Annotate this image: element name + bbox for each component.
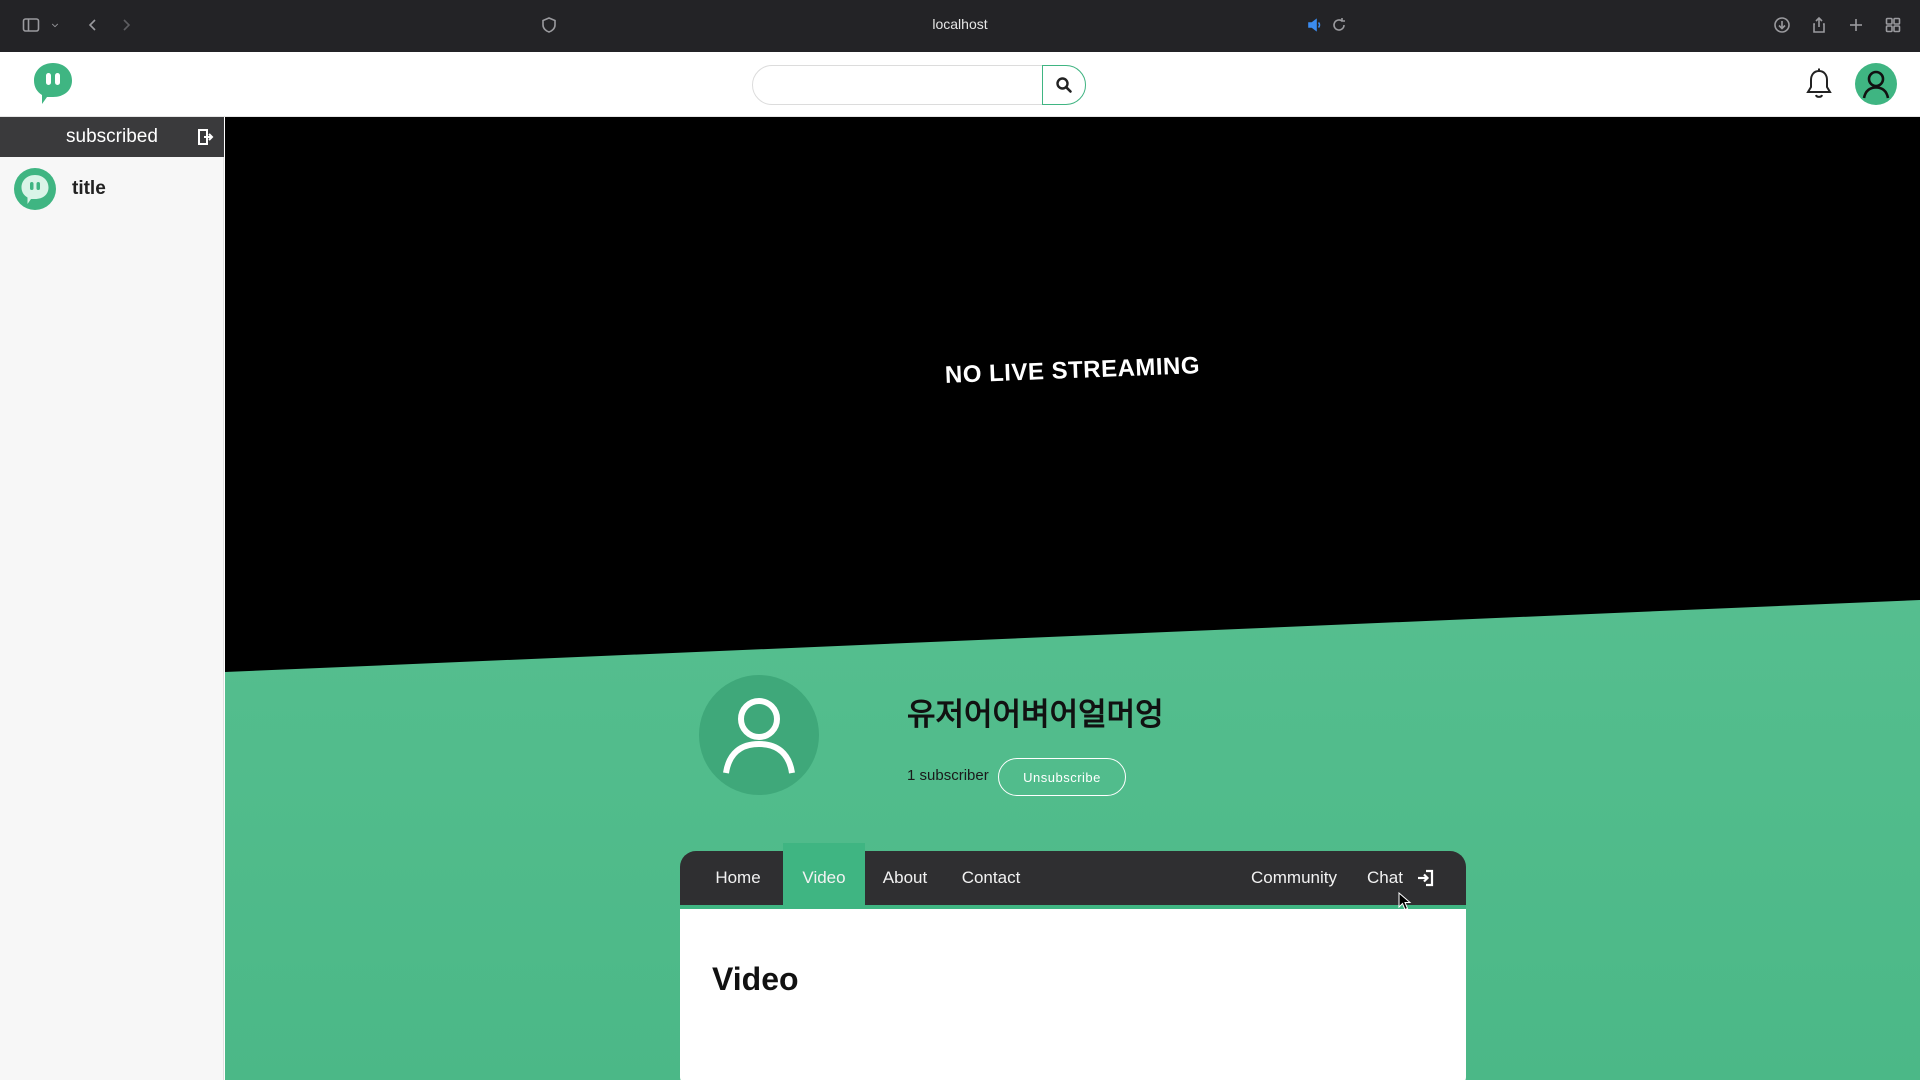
back-icon[interactable] xyxy=(82,14,104,36)
tab-video[interactable]: Video xyxy=(783,843,865,913)
share-icon[interactable] xyxy=(1808,14,1830,36)
bell-icon[interactable] xyxy=(1804,67,1834,101)
unsubscribe-button[interactable]: Unsubscribe xyxy=(998,758,1126,796)
chevron-down-icon[interactable] xyxy=(48,14,62,36)
tab-community[interactable]: Community xyxy=(1241,851,1347,905)
app-header xyxy=(0,52,1920,117)
user-icon xyxy=(723,698,795,774)
browser-toolbar: localhost xyxy=(0,0,1920,52)
main-content: NO LIVE STREAMING 유저어어벼어얼머엉 1 subscriber… xyxy=(225,117,1920,1080)
tab-overview-icon[interactable] xyxy=(1882,14,1904,36)
sidebar-header: subscribed xyxy=(0,117,224,157)
tab-home[interactable]: Home xyxy=(700,851,776,905)
reload-icon[interactable] xyxy=(1328,14,1350,36)
sidebar-title: subscribed xyxy=(66,126,158,147)
shield-icon[interactable] xyxy=(538,14,560,36)
video-player[interactable]: NO LIVE STREAMING xyxy=(225,117,1920,672)
mouse-cursor-icon xyxy=(1398,891,1412,912)
search-button[interactable] xyxy=(1042,65,1086,105)
search-icon xyxy=(1056,77,1072,93)
tab-about[interactable]: About xyxy=(868,851,942,905)
address-bar[interactable] xyxy=(880,10,1040,40)
channel-nav: Home Video About Contact Community Chat xyxy=(680,843,1466,913)
subscriber-count: 1 subscriber xyxy=(907,767,989,784)
sidebar-icon[interactable] xyxy=(20,14,42,36)
content-title: Video xyxy=(712,961,799,997)
channel-avatar-icon xyxy=(14,168,56,210)
audio-icon[interactable] xyxy=(1304,14,1326,36)
sidebar: subscribed title xyxy=(0,117,224,1080)
sidebar-item-channel[interactable]: title xyxy=(14,167,210,211)
user-icon[interactable] xyxy=(1855,63,1897,105)
download-icon[interactable] xyxy=(1771,14,1793,36)
new-tab-icon[interactable] xyxy=(1845,14,1867,36)
sidebar-item-label: title xyxy=(72,178,106,199)
forward-icon[interactable] xyxy=(115,14,137,36)
search-input[interactable] xyxy=(767,72,1027,98)
logo-icon[interactable] xyxy=(30,60,76,106)
tab-chat-label: Chat xyxy=(1367,868,1403,887)
channel-avatar xyxy=(699,675,819,795)
enter-icon xyxy=(1417,869,1434,887)
collapse-sidebar-icon[interactable] xyxy=(196,128,214,146)
content-panel: Video xyxy=(680,905,1466,1080)
stream-status: NO LIVE STREAMING xyxy=(944,352,1201,389)
search-box xyxy=(752,65,1086,105)
tab-contact[interactable]: Contact xyxy=(948,851,1034,905)
channel-name: 유저어어벼어얼머엉 xyxy=(907,697,1164,733)
